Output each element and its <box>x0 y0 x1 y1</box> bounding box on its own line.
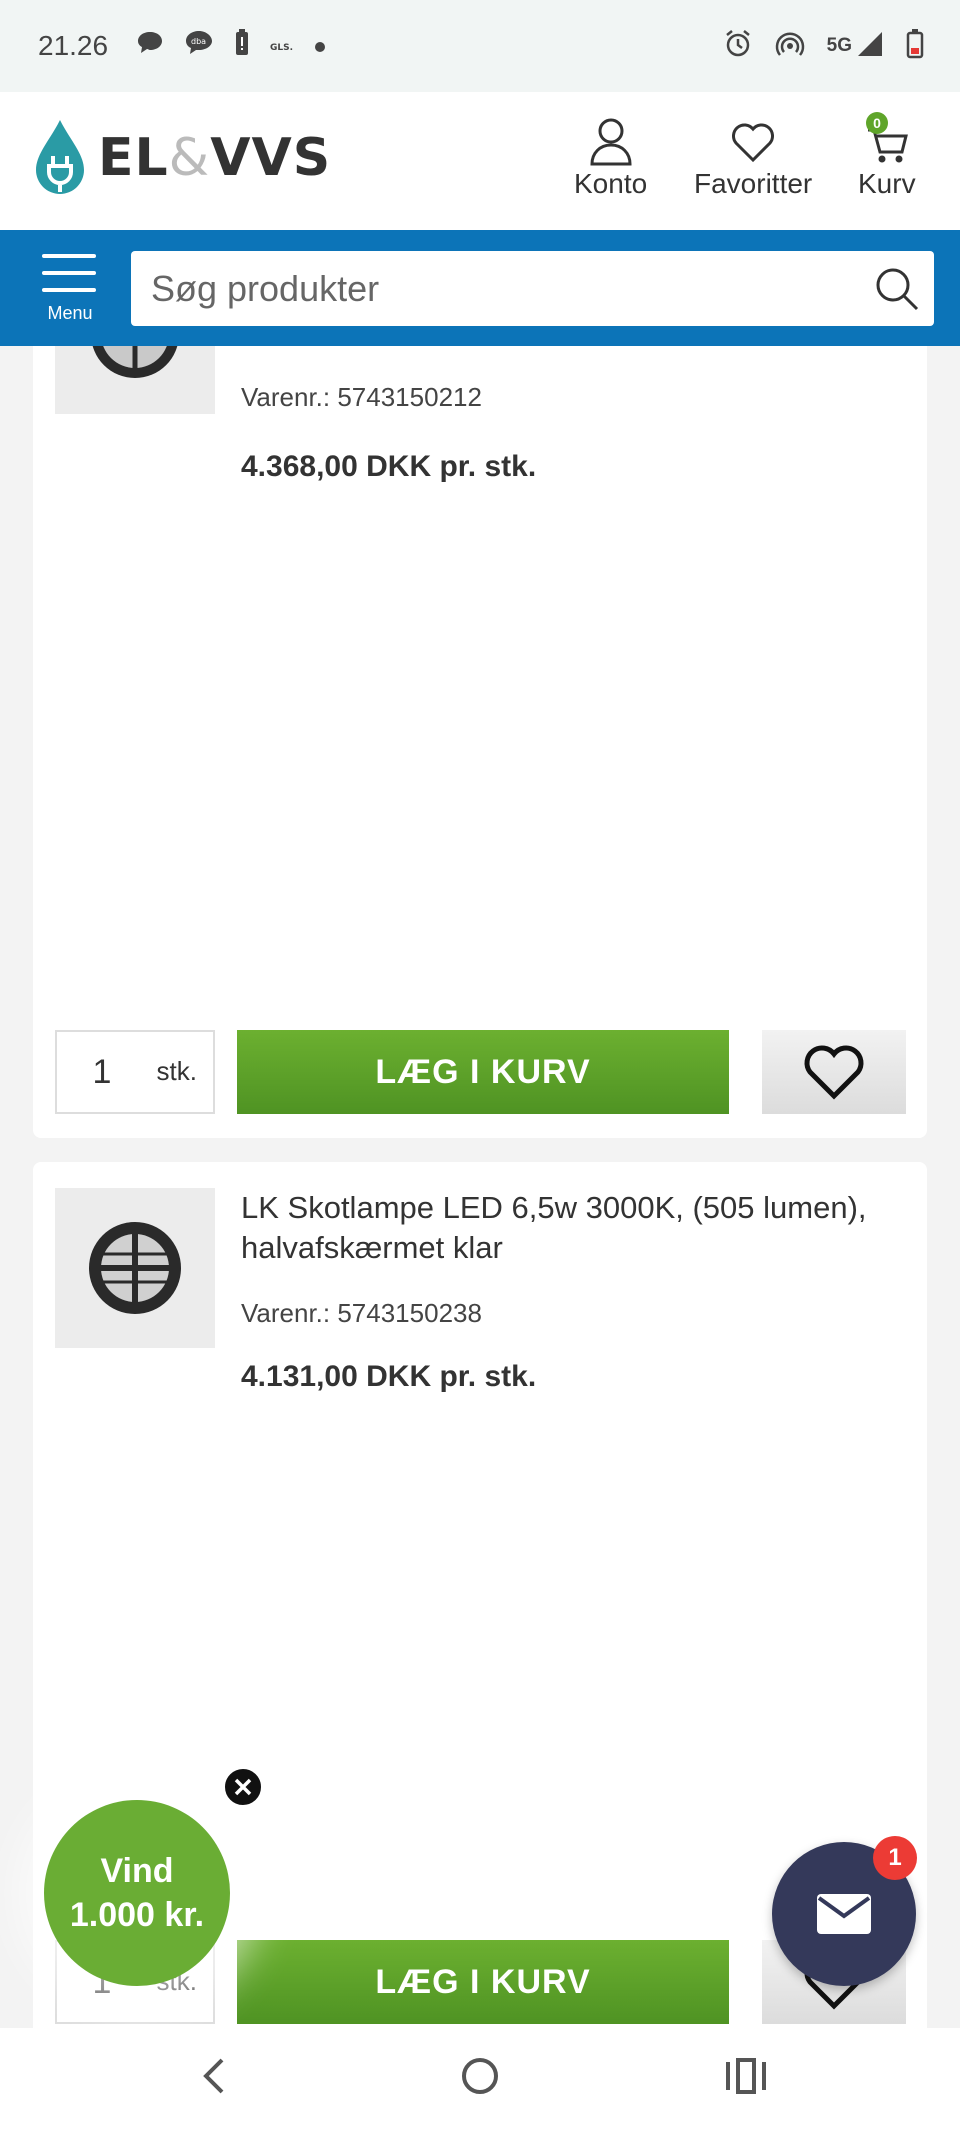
heart-icon <box>804 1045 864 1100</box>
product-title[interactable]: LK Skotlampe LED 6,5w 3000K, (505 lumen)… <box>241 1188 887 1268</box>
svg-text:dba: dba <box>191 37 206 46</box>
logo-text: EL&VVS <box>98 128 332 188</box>
nav-account[interactable]: Konto <box>574 116 647 200</box>
hotspot-icon <box>775 29 805 64</box>
nav-favorites[interactable]: Favoritter <box>694 116 812 200</box>
quantity-field: stk. <box>55 1030 215 1114</box>
search-bar: Menu <box>0 230 960 346</box>
recents-icon[interactable] <box>724 2054 768 2103</box>
system-nav-bar <box>0 2028 960 2134</box>
product-sku: Varenr.: 5743150212 <box>241 382 482 412</box>
battery-alert-icon <box>234 29 250 63</box>
heart-icon <box>732 123 775 163</box>
promo-line1: Vind <box>100 1852 174 1890</box>
menu-button[interactable]: Menu <box>42 254 98 324</box>
product-card: Varenr.: 5743150212 4.368,00 DKK pr. stk… <box>33 346 927 1138</box>
signal-icon <box>856 30 884 63</box>
search-icon[interactable] <box>874 266 920 317</box>
product-price: 4.131,00 DKK pr. stk. <box>241 1360 537 1393</box>
cart-count-badge: 0 <box>866 112 888 134</box>
alarm-icon <box>723 29 753 64</box>
promo-close-button[interactable] <box>222 1766 264 1808</box>
logo-drop-icon <box>36 120 84 194</box>
add-to-cart-button[interactable]: LÆG I KURV <box>237 1940 729 2024</box>
hamburger-icon <box>42 254 96 258</box>
add-to-favorites-button[interactable] <box>762 1030 906 1114</box>
search-box <box>131 251 934 326</box>
site-logo[interactable]: EL&VVS <box>32 118 331 198</box>
quantity-input[interactable] <box>57 1032 147 1112</box>
chat-unread-badge: 1 <box>873 1836 917 1880</box>
promo-badge[interactable]: Vind 1.000 kr. <box>44 1800 230 1986</box>
product-price: 4.368,00 DKK pr. stk. <box>241 450 537 483</box>
product-image[interactable] <box>55 346 215 414</box>
battery-low-icon <box>906 28 924 64</box>
close-icon <box>234 1778 252 1796</box>
menu-label: Menu <box>47 303 93 323</box>
search-input[interactable] <box>131 251 831 326</box>
user-icon <box>590 118 632 166</box>
product-image[interactable] <box>55 1188 215 1348</box>
envelope-icon <box>817 1894 871 1934</box>
nav-account-label: Konto <box>574 168 648 199</box>
gls-icon: GLS. <box>270 33 294 59</box>
nav-cart-label: Kurv <box>858 168 916 199</box>
status-bar: 21.26 dba GLS. 5G <box>0 0 960 92</box>
dba-icon: dba <box>184 29 214 63</box>
home-icon[interactable] <box>458 2054 502 2103</box>
svg-text:GLS.: GLS. <box>270 43 293 53</box>
quantity-unit: stk. <box>156 1056 197 1086</box>
network-type: 5G <box>826 35 852 56</box>
chat-bubble-icon <box>136 30 164 62</box>
site-header: EL&VVS Konto Favoritter 0 Kurv <box>0 92 960 230</box>
nav-cart[interactable]: 0 Kurv <box>858 112 916 200</box>
product-sku: Varenr.: 5743150238 <box>241 1298 482 1328</box>
nav-favorites-label: Favoritter <box>694 168 813 199</box>
status-time: 21.26 <box>38 30 109 61</box>
dot-icon <box>314 33 326 59</box>
back-icon[interactable] <box>196 2054 232 2103</box>
add-to-cart-button[interactable]: LÆG I KURV <box>237 1030 729 1114</box>
promo-line2: 1.000 kr. <box>69 1896 205 1934</box>
product-card: LK Skotlampe LED 6,5w 3000K, (505 lumen)… <box>33 1162 927 2134</box>
